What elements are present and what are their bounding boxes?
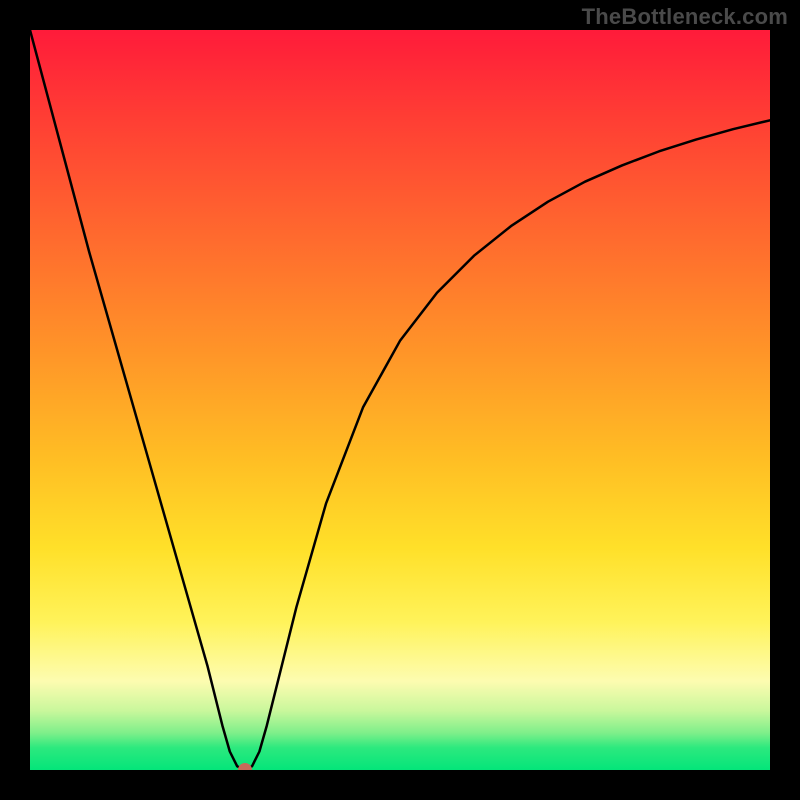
minimum-marker (238, 763, 252, 770)
curve-layer (30, 30, 770, 770)
plot-area (30, 30, 770, 770)
bottleneck-curve (30, 30, 770, 770)
chart-frame: TheBottleneck.com (0, 0, 800, 800)
watermark-text: TheBottleneck.com (582, 4, 788, 30)
